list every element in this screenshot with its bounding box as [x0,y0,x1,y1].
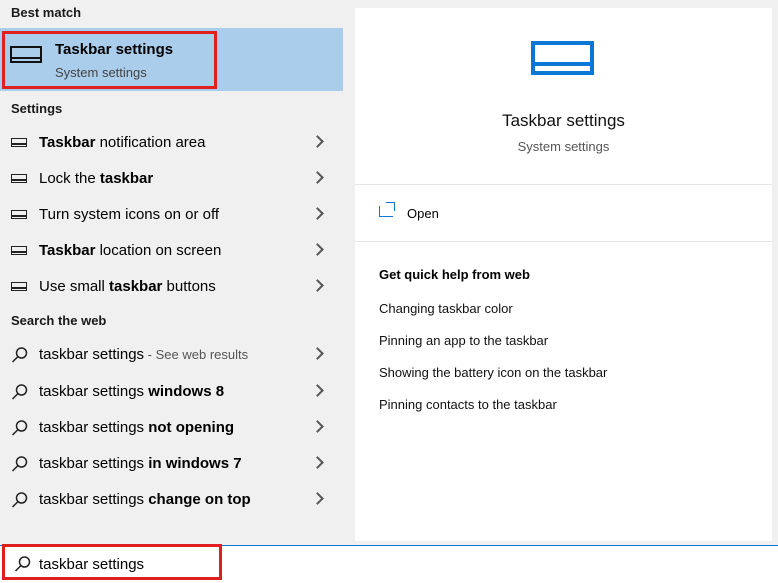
label-suffix: - See web results [144,347,249,362]
web-item[interactable]: taskbar settings windows 8 [0,374,343,410]
help-link[interactable]: Changing taskbar color [379,301,513,316]
search-icon [11,456,28,472]
open-icon [379,202,395,217]
detail-pane: Taskbar settings System settings Open Ge… [355,8,772,541]
chevron-right-icon[interactable] [311,279,324,292]
quick-help-heading: Get quick help from web [379,267,530,282]
label-text: Lock the [39,170,100,187]
label-bold: taskbar [109,278,163,295]
chevron-right-icon[interactable] [311,456,324,469]
taskbar-icon [11,174,27,183]
web-heading: Search the web [11,313,107,328]
web-item[interactable]: taskbar settings - See web results [0,337,343,373]
settings-item[interactable]: Turn system icons on or off [0,197,343,233]
results-pane: Best match Taskbar settings System setti… [0,0,343,545]
label-text: taskbar settings [39,455,149,472]
settings-item[interactable]: Lock the taskbar [0,161,343,197]
open-label: Open [407,206,439,221]
divider [355,241,772,242]
taskbar-settings-icon [531,41,594,75]
label-text: location on screen [95,242,222,259]
help-link[interactable]: Pinning contacts to the taskbar [379,397,557,412]
label-text: taskbar settings [39,491,149,508]
label-bold: Taskbar [39,242,96,259]
web-item[interactable]: taskbar settings change on top [0,482,343,518]
label-bold: in windows 7 [148,455,242,472]
label-text: buttons [162,278,216,295]
settings-heading: Settings [11,101,63,116]
chevron-right-icon[interactable] [311,243,324,256]
label-text: taskbar settings [39,419,149,436]
settings-item[interactable]: Taskbar location on screen [0,233,343,269]
settings-item[interactable]: Taskbar notification area [0,125,343,161]
chevron-right-icon[interactable] [311,384,324,397]
label-text: notification area [95,134,206,151]
chevron-right-icon[interactable] [311,347,324,360]
label-bold: Taskbar [39,134,96,151]
taskbar-icon [11,246,27,255]
web-item[interactable]: taskbar settings not opening [0,410,343,446]
search-icon [11,492,28,508]
chevron-right-icon[interactable] [311,135,324,148]
help-link[interactable]: Showing the battery icon on the taskbar [379,365,607,380]
label-text: Use small [39,278,110,295]
label-text: taskbar settings [39,346,145,363]
chevron-right-icon[interactable] [311,492,324,505]
chevron-right-icon[interactable] [311,171,324,184]
label-bold: windows 8 [148,383,225,400]
detail-title: Taskbar settings [502,111,625,130]
taskbar-icon [11,210,27,219]
best-match-heading: Best match [11,5,82,20]
taskbar-icon [11,282,27,291]
label-bold: taskbar [99,170,154,187]
search-icon [11,347,28,363]
settings-item[interactable]: Use small taskbar buttons [0,269,343,305]
annotation-box [2,544,222,580]
search-icon [11,384,28,400]
chevron-right-icon[interactable] [311,420,324,433]
search-icon [11,420,28,436]
divider [355,184,772,185]
label-bold: not opening [148,419,235,436]
label-bold: change on top [148,491,251,508]
annotation-box [2,31,217,89]
web-item[interactable]: taskbar settings in windows 7 [0,446,343,482]
help-link[interactable]: Pinning an app to the taskbar [379,333,548,348]
chevron-right-icon[interactable] [311,207,324,220]
taskbar-icon [11,138,27,147]
label-text: taskbar settings [39,383,149,400]
detail-subtitle: System settings [517,139,610,154]
label-text: Turn system icons on or off [39,206,220,223]
